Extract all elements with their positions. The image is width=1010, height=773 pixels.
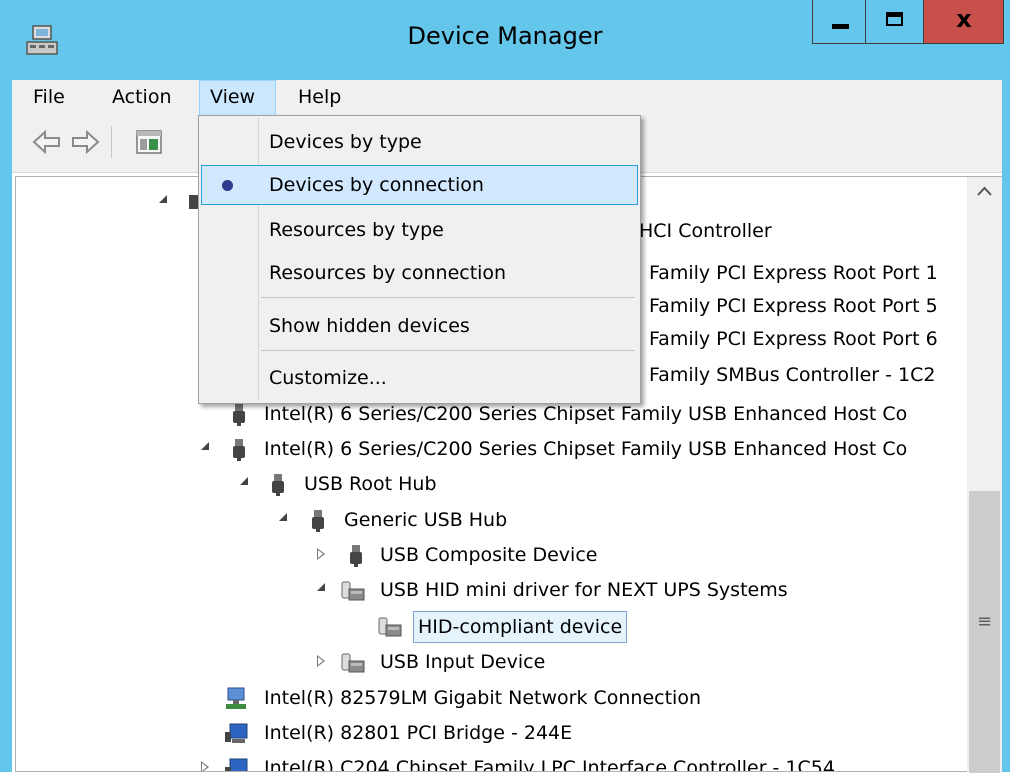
radio-selected-icon (222, 180, 233, 191)
chevron-up-icon (977, 186, 992, 196)
vertical-scrollbar[interactable]: ≡ (967, 176, 1002, 773)
menu-item-show-hidden-devices[interactable]: Show hidden devices (201, 306, 638, 346)
collapse-icon[interactable] (317, 583, 325, 591)
close-button[interactable]: x (924, 0, 1004, 44)
tree-row[interactable]: USB Composite Device (16, 538, 967, 572)
menu-item-devices-by-connection[interactable]: Devices by connection (201, 165, 638, 205)
tree-row[interactable]: Intel(R) C204 Chipset Family LPC Interfa… (16, 751, 967, 771)
menu-item-resources-by-connection[interactable]: Resources by connection (201, 253, 638, 293)
usb-plug-icon (233, 404, 245, 426)
expand-icon[interactable] (201, 761, 209, 771)
tree-row[interactable]: Intel(R) 6 Series/C200 Series Chipset Fa… (16, 432, 967, 466)
menu-item-devices-by-type[interactable]: Devices by type (201, 122, 638, 162)
grip-icon: ≡ (976, 611, 993, 632)
network-adapter-icon (226, 687, 246, 709)
tree-row[interactable]: USB Input Device (16, 645, 967, 679)
menu-action[interactable]: Action (112, 80, 172, 116)
menu-help[interactable]: Help (298, 80, 341, 116)
properties-icon[interactable] (136, 130, 162, 154)
title-bar: Device Manager x (0, 0, 1010, 80)
window-border-left (0, 80, 12, 772)
close-icon: x (956, 5, 972, 33)
minimize-icon (832, 24, 849, 29)
collapse-icon[interactable] (240, 477, 248, 485)
collapse-icon[interactable] (201, 442, 209, 450)
menu-file[interactable]: File (33, 80, 65, 116)
minimize-button[interactable] (812, 0, 866, 44)
tree-row[interactable]: Generic USB Hub (16, 503, 967, 537)
menu-item-resources-by-type[interactable]: Resources by type (201, 210, 638, 250)
window-border-right (1002, 80, 1010, 772)
expand-icon[interactable] (200, 406, 208, 420)
pci-bridge-icon (225, 758, 248, 771)
usb-plug-icon (312, 510, 324, 532)
maximize-icon (886, 12, 903, 26)
tree-row[interactable]: USB HID mini driver for NEXT UPS Systems (16, 573, 967, 607)
menu-separator (261, 297, 635, 298)
menu-bar: File Action View Help (12, 80, 1002, 117)
back-arrow-icon[interactable] (32, 129, 62, 155)
scroll-up-button[interactable] (967, 177, 1002, 221)
pci-bridge-icon (225, 723, 248, 743)
tree-row[interactable]: Intel(R) 82579LM Gigabit Network Connect… (16, 681, 967, 715)
scroll-thumb[interactable]: ≡ (969, 491, 1000, 773)
view-menu-dropdown: Devices by type Devices by connection Re… (198, 115, 641, 404)
tree-row[interactable]: USB Root Hub (16, 467, 967, 501)
collapse-icon[interactable] (159, 195, 167, 203)
maximize-button[interactable] (866, 0, 924, 44)
hid-device-icon (378, 617, 402, 637)
expand-icon[interactable] (317, 655, 325, 667)
menu-item-customize[interactable]: Customize... (201, 358, 638, 398)
collapse-icon[interactable] (279, 513, 287, 521)
usb-plug-icon (233, 439, 245, 461)
expand-icon[interactable] (317, 548, 325, 560)
tree-row-selected[interactable]: HID-compliant device (16, 609, 967, 643)
tree-row[interactable]: Intel(R) 82801 PCI Bridge - 244E (16, 716, 967, 750)
usb-plug-icon (350, 545, 362, 567)
toolbar-separator (111, 126, 112, 158)
hid-device-icon (341, 653, 365, 673)
usb-plug-icon (272, 474, 284, 496)
forward-arrow-icon[interactable] (70, 129, 100, 155)
menu-view[interactable]: View (199, 80, 276, 116)
menu-separator (261, 350, 635, 351)
hid-device-icon (341, 581, 365, 601)
